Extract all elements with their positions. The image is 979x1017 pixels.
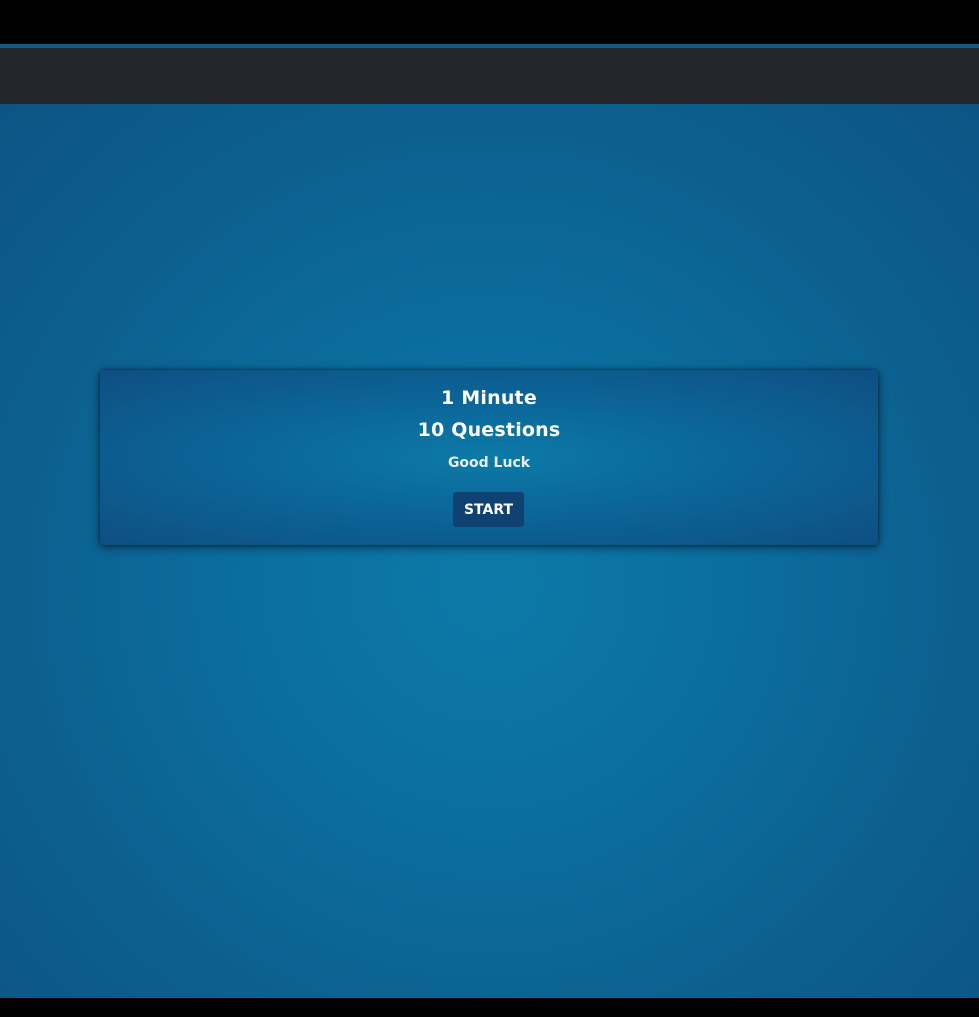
bottom-bar [0,998,979,1017]
good-luck-message: Good Luck [447,455,531,471]
start-button[interactable]: START [453,492,524,527]
navbar [0,48,979,104]
quiz-intro-card: 1 Minute 10 Questions Good Luck START [100,370,878,545]
duration-label: 1 Minute [441,387,537,409]
quiz-stage [0,104,979,998]
top-bar [0,0,979,44]
questions-count-label: 10 Questions [417,419,561,441]
